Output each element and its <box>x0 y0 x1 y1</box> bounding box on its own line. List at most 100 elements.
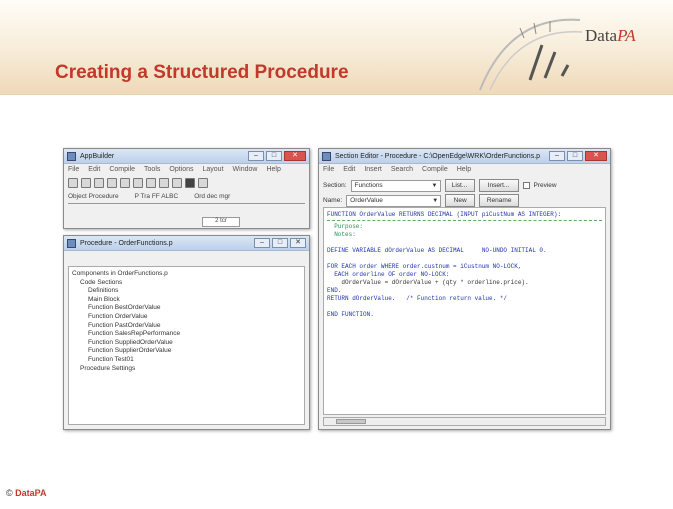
appbuilder-title: AppBuilder <box>80 153 115 160</box>
code-line: DEFINE VARIABLE dOrderValue AS DECIMAL N… <box>327 247 547 254</box>
code-section-tree: Components in OrderFunctions.p Code Sect… <box>68 266 305 425</box>
name-row: Name: OrderValue ▼ New Rename <box>323 194 520 207</box>
cut-icon[interactable] <box>120 178 130 188</box>
preview-label: Preview <box>533 182 557 189</box>
code-line: END FUNCTION. <box>327 311 374 318</box>
comment-divider <box>327 220 602 221</box>
paste-icon[interactable] <box>146 178 156 188</box>
menu-window[interactable]: Window <box>233 166 258 174</box>
name-dropdown[interactable]: OrderValue ▼ <box>346 194 442 207</box>
menu-compile[interactable]: Compile <box>422 166 448 174</box>
name-label: Name: <box>323 197 343 204</box>
tree-node-function[interactable]: Function SupplierOrderValue <box>72 347 301 356</box>
object-name-field[interactable]: Ord dec mgr <box>194 193 230 200</box>
menu-edit[interactable]: Edit <box>343 166 355 174</box>
new-button[interactable]: New <box>445 194 476 207</box>
tree-node-definitions[interactable]: Definitions <box>72 287 301 296</box>
list-objects-icon[interactable] <box>185 178 195 188</box>
menu-options[interactable]: Options <box>169 166 193 174</box>
menu-file[interactable]: File <box>68 166 79 174</box>
close-icon[interactable]: ✕ <box>585 151 607 161</box>
tree-node-function[interactable]: Function SalesRepPerformance <box>72 330 301 339</box>
minimize-icon[interactable]: – <box>248 151 264 161</box>
menu-layout[interactable]: Layout <box>203 166 224 174</box>
datapa-logo: DataPA <box>585 26 636 45</box>
maximize-icon[interactable]: □ <box>567 151 583 161</box>
gauge-logo-graphic <box>479 18 583 91</box>
menu-search[interactable]: Search <box>391 166 413 174</box>
preview-checkbox[interactable] <box>522 182 530 189</box>
procedure-title: Procedure - OrderFunctions.p <box>80 240 173 247</box>
minimize-icon[interactable]: – <box>549 151 565 161</box>
code-line: END. <box>327 287 342 294</box>
copy-icon[interactable] <box>133 178 143 188</box>
save-icon[interactable] <box>94 178 104 188</box>
code-line: FOR EACH order WHERE order.custnum = iCu… <box>327 263 522 270</box>
procedure-app-icon <box>67 239 76 248</box>
new-icon[interactable] <box>68 178 78 188</box>
appbuilder-titlebar[interactable]: AppBuilder – □ ✕ <box>64 149 309 164</box>
close-icon[interactable]: ✕ <box>284 151 306 161</box>
section-label: Section: <box>323 182 347 189</box>
procedure-window: Procedure - OrderFunctions.p – □ ✕ Compo… <box>63 235 310 430</box>
minimize-icon[interactable]: – <box>254 238 270 248</box>
insert-button[interactable]: Insert... <box>478 179 519 192</box>
list-button[interactable]: List... <box>444 179 475 192</box>
edit-code-icon[interactable] <box>172 178 182 188</box>
menu-insert[interactable]: Insert <box>364 166 382 174</box>
section-editor-app-icon <box>322 152 331 161</box>
appbuilder-object-row: Object Procedure P Tra FF ALBC Ord dec m… <box>64 190 309 202</box>
section-editor-menubar: File Edit Insert Search Compile Help <box>319 164 610 176</box>
appbuilder-menubar: File Edit Compile Tools Options Layout W… <box>64 164 309 176</box>
close-icon[interactable]: ✕ <box>290 238 306 248</box>
code-line: RETURN dOrderValue. /* Function return v… <box>327 295 508 302</box>
object-field[interactable]: Object Procedure <box>68 193 119 200</box>
menu-file[interactable]: File <box>323 166 334 174</box>
slide-title: Creating a Structured Procedure <box>55 62 349 83</box>
tree-node-function[interactable]: Function Test01 <box>72 356 301 365</box>
code-line: EACH orderline OF order NO-LOCK: <box>327 271 450 278</box>
appbuilder-app-icon <box>67 152 76 161</box>
run-icon[interactable] <box>159 178 169 188</box>
tree-node-function[interactable]: Function PastOrderValue <box>72 322 301 331</box>
section-row: Section: Functions ▼ List... Insert... Pr… <box>323 179 557 192</box>
menu-help[interactable]: Help <box>266 166 280 174</box>
tree-node-main-block[interactable]: Main Block <box>72 296 301 305</box>
tree-node-procedure-settings[interactable]: Procedure Settings <box>72 365 301 374</box>
section-dropdown[interactable]: Functions ▼ <box>350 179 441 192</box>
code-line: Purpose: <box>327 223 364 230</box>
divider <box>68 203 305 204</box>
menu-help[interactable]: Help <box>457 166 471 174</box>
maximize-icon[interactable]: □ <box>272 238 288 248</box>
window-controls: – □ ✕ <box>248 151 306 161</box>
properties-icon[interactable] <box>198 178 208 188</box>
tree-node-function[interactable]: Function SuppliedOrderValue <box>72 339 301 348</box>
code-line: FUNCTION OrderValue RETURNS DECIMAL (INP… <box>327 211 562 218</box>
section-editor-titlebar[interactable]: Section Editor - Procedure - C:\OpenEdge… <box>319 149 610 164</box>
tree-node-function[interactable]: Function BestOrderValue <box>72 304 301 313</box>
menu-compile[interactable]: Compile <box>109 166 135 174</box>
menu-edit[interactable]: Edit <box>88 166 100 174</box>
tree-node-code-sections[interactable]: Code Sections <box>72 279 301 288</box>
maximize-icon[interactable]: □ <box>266 151 282 161</box>
code-line: Notes: <box>327 231 356 238</box>
print-icon[interactable] <box>107 178 117 188</box>
chevron-down-icon: ▼ <box>432 197 439 204</box>
rename-button[interactable]: Rename <box>479 194 520 207</box>
open-icon[interactable] <box>81 178 91 188</box>
tree-node-function[interactable]: Function OrderValue <box>72 313 301 322</box>
scrollbar-thumb[interactable] <box>336 419 366 424</box>
tree-node-root[interactable]: Components in OrderFunctions.p <box>72 270 301 279</box>
appbuilder-status: 2 tcr <box>202 217 240 227</box>
section-editor-window: Section Editor - Procedure - C:\OpenEdge… <box>318 148 611 430</box>
menu-tools[interactable]: Tools <box>144 166 160 174</box>
slide-footer: © DataPA <box>6 488 47 498</box>
horizontal-scrollbar[interactable] <box>323 417 606 426</box>
procedure-titlebar[interactable]: Procedure - OrderFunctions.p – □ ✕ <box>64 236 309 251</box>
appbuilder-toolbar <box>64 176 309 190</box>
object-type-field[interactable]: P Tra FF ALBC <box>135 193 179 200</box>
code-editor[interactable]: FUNCTION OrderValue RETURNS DECIMAL (INP… <box>323 207 606 415</box>
